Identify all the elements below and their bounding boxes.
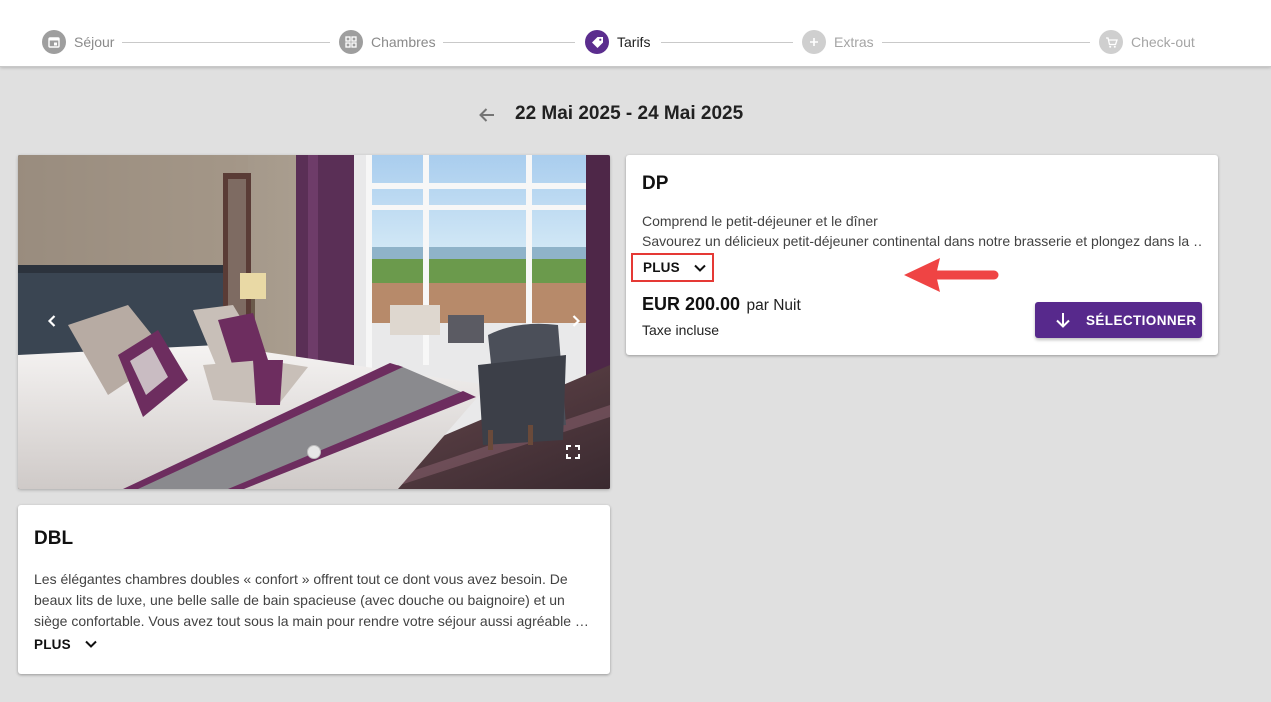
calendar-icon [42, 30, 66, 54]
stepper-connector [443, 42, 575, 43]
room-photo [18, 155, 610, 489]
step-label: Extras [834, 34, 874, 50]
select-rate-label: SÉLECTIONNER [1086, 312, 1197, 328]
rate-description-line: Savourez un délicieux petit-déjeuner con… [642, 233, 1202, 249]
rate-description: Comprend le petit-déjeuner et le dîner S… [642, 211, 1202, 251]
price-line: EUR 200.00 par Nuit [642, 294, 801, 315]
tag-icon [585, 30, 609, 54]
chevron-left-icon[interactable] [40, 309, 64, 333]
rate-code: DP [642, 173, 669, 194]
annotation-arrow-icon [904, 258, 999, 292]
chevron-down-icon [85, 640, 97, 648]
room-description: Les élégantes chambres doubles « confort… [34, 569, 594, 632]
rate-more-label: PLUS [643, 260, 680, 275]
step-label: Check-out [1131, 34, 1195, 50]
room-photo-gallery [18, 155, 610, 489]
room-description-line: siège confortable. Vous avez tout sous l… [34, 613, 589, 629]
price-unit: par Nuit [746, 297, 801, 314]
step-label: Chambres [371, 34, 436, 50]
room-more-button[interactable]: PLUS [34, 636, 99, 652]
grid-icon [339, 30, 363, 54]
step-sejour[interactable]: Séjour [42, 30, 114, 54]
step-checkout[interactable]: Check-out [1099, 30, 1195, 54]
room-card: DBL Les élégantes chambres doubles « con… [18, 505, 610, 674]
booking-stepper: Séjour Chambres Tarifs Extras Check-out [0, 0, 1271, 67]
step-chambres[interactable]: Chambres [339, 30, 436, 54]
stepper-connector [661, 42, 793, 43]
step-label: Séjour [74, 34, 115, 50]
room-description-line: beaux lits de luxe, une belle salle de b… [34, 592, 565, 608]
price-amount: EUR 200.00 [642, 294, 741, 314]
room-description-line: Les élégantes chambres doubles « confort… [34, 571, 568, 587]
cart-icon [1099, 30, 1123, 54]
select-rate-button[interactable]: SÉLECTIONNER [1035, 302, 1202, 338]
stepper-connector [122, 42, 330, 43]
date-header: 22 Mai 2025 - 24 Mai 2025 [0, 100, 1271, 130]
plus-icon [802, 30, 826, 54]
gallery-dot[interactable] [307, 445, 321, 459]
chevron-down-icon [694, 264, 706, 272]
tax-note: Taxe incluse [642, 322, 720, 338]
stepper-connector [882, 42, 1090, 43]
step-tarifs[interactable]: Tarifs [585, 30, 650, 54]
rate-more-button[interactable]: PLUS [631, 253, 714, 282]
step-extras[interactable]: Extras [802, 30, 874, 54]
fullscreen-icon[interactable] [565, 444, 581, 460]
room-code: DBL [34, 528, 74, 549]
rate-description-line: Comprend le petit-déjeuner et le dîner [642, 213, 878, 229]
arrow-down-icon [1056, 313, 1070, 328]
date-range-title: 22 Mai 2025 - 24 Mai 2025 [515, 103, 744, 124]
chevron-right-icon[interactable] [564, 309, 588, 333]
step-label: Tarifs [617, 34, 651, 50]
room-more-label: PLUS [34, 636, 71, 652]
arrow-left-icon[interactable] [476, 104, 498, 126]
